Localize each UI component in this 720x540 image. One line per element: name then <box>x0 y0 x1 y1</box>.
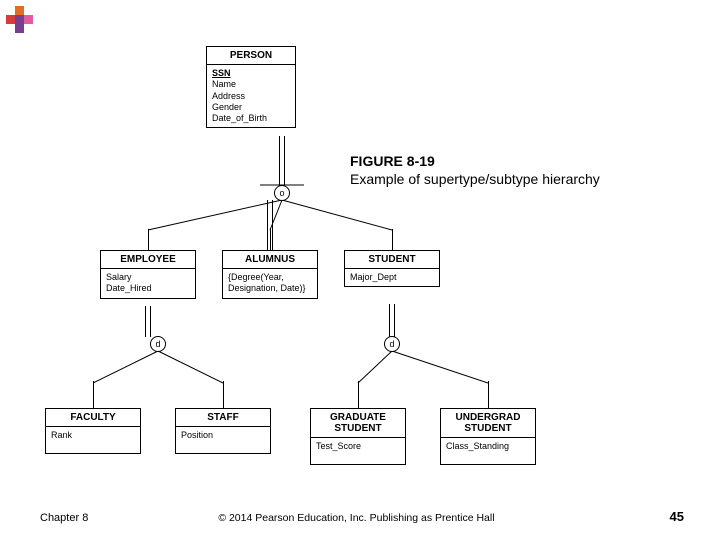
entity-student: STUDENT Major_Dept <box>344 250 440 287</box>
entity-employee: EMPLOYEE Salary Date_Hired <box>100 250 196 299</box>
connector-line <box>223 381 224 408</box>
chapter-label: Chapter 8 <box>40 512 88 524</box>
entity-attr: Date_of_Birth <box>212 113 290 124</box>
copyright-text: © 2014 Pearson Education, Inc. Publishin… <box>218 512 494 524</box>
entity-title: EMPLOYEE <box>101 251 195 269</box>
entity-attr: Major_Dept <box>350 272 434 283</box>
entity-attrs: Position <box>176 427 270 453</box>
entity-person: PERSON SSN Name Address Gender Date_of_B… <box>206 46 296 128</box>
entity-title: FACULTY <box>46 409 140 427</box>
entity-attr: Rank <box>51 430 135 441</box>
entity-title: GRADUATE STUDENT <box>311 409 405 438</box>
entity-title: ALUMNUS <box>223 251 317 269</box>
entity-attr: Class_Standing <box>446 441 530 452</box>
entity-pk: SSN <box>212 68 290 79</box>
constraint-disjoint: d <box>150 336 166 352</box>
figure-title: Example of supertype/subtype hierarchy <box>350 170 600 188</box>
entity-title: UNDERGRAD STUDENT <box>441 409 535 438</box>
entity-faculty: FACULTY Rank <box>45 408 141 454</box>
connector-line <box>148 229 149 250</box>
constraint-disjoint: d <box>384 336 400 352</box>
entity-alumnus: ALUMNUS {Degree(Year, Designation, Date)… <box>222 250 318 299</box>
entity-attr: Address <box>212 91 290 102</box>
entity-attr: {Degree(Year, Designation, Date)} <box>228 272 312 295</box>
logo-cell <box>15 24 24 33</box>
logo-cell <box>15 6 24 15</box>
figure-number: FIGURE 8-19 <box>350 152 600 170</box>
connector-line <box>488 381 489 408</box>
entity-attrs: SSN Name Address Gender Date_of_Birth <box>207 65 295 127</box>
connector-line <box>358 381 359 408</box>
entity-staff: STAFF Position <box>175 408 271 454</box>
entity-attr: Position <box>181 430 265 441</box>
entity-attrs: Rank <box>46 427 140 453</box>
entity-undergrad-student: UNDERGRAD STUDENT Class_Standing <box>440 408 536 465</box>
connector-line <box>392 229 393 250</box>
entity-title: STUDENT <box>345 251 439 269</box>
entity-attrs: Class_Standing <box>441 438 535 464</box>
entity-graduate-student: GRADUATE STUDENT Test_Score <box>310 408 406 465</box>
entity-attr: Date_Hired <box>106 283 190 294</box>
publisher-logo <box>6 6 34 34</box>
entity-attr: Salary <box>106 272 190 283</box>
logo-cell <box>6 15 15 24</box>
logo-cell <box>24 15 33 24</box>
entity-attrs: {Degree(Year, Designation, Date)} <box>223 269 317 298</box>
constraint-overlap: o <box>274 185 290 201</box>
entity-attrs: Test_Score <box>311 438 405 464</box>
connector-double <box>389 304 395 337</box>
connector-double <box>145 306 151 337</box>
page-number: 45 <box>670 509 684 524</box>
entity-title: PERSON <box>207 47 295 65</box>
connector-line <box>93 381 94 408</box>
entity-attr: Test_Score <box>316 441 400 452</box>
connector-double <box>279 136 285 186</box>
logo-cell <box>15 15 24 24</box>
figure-caption: FIGURE 8-19 Example of supertype/subtype… <box>350 152 600 188</box>
entity-title: STAFF <box>176 409 270 427</box>
entity-attr: Gender <box>212 102 290 113</box>
entity-attrs: Major_Dept <box>345 269 439 286</box>
connector-line <box>270 229 271 250</box>
slide-footer: Chapter 8 © 2014 Pearson Education, Inc.… <box>0 509 720 524</box>
entity-attrs: Salary Date_Hired <box>101 269 195 298</box>
entity-attr: Name <box>212 79 290 90</box>
